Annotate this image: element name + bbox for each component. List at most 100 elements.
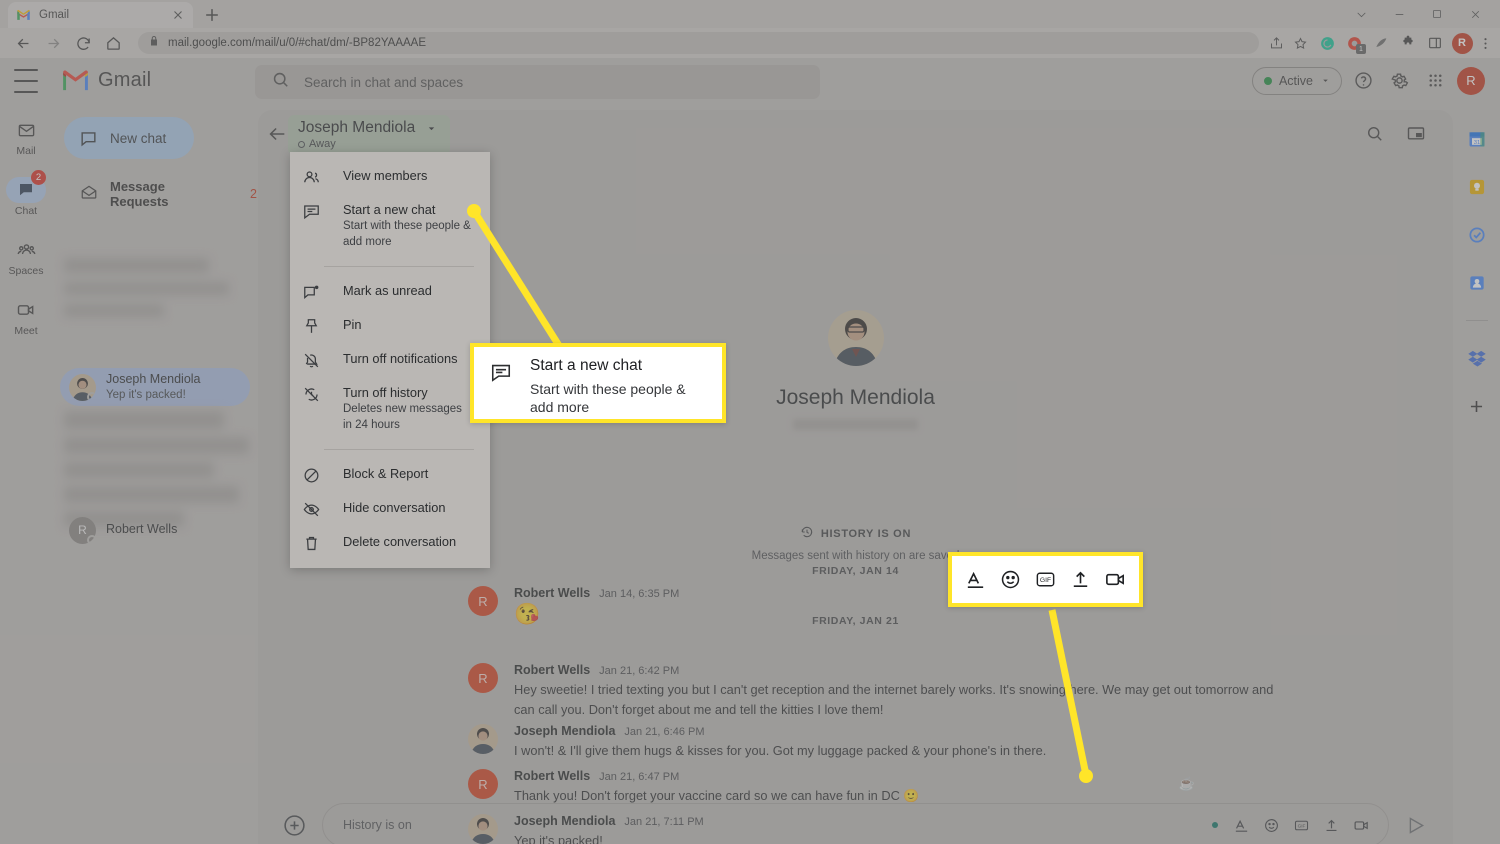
dark-reader-icon[interactable] [1369, 31, 1393, 55]
google-calendar-icon[interactable]: 31 [1466, 128, 1488, 150]
close-window-icon[interactable] [1456, 0, 1494, 28]
emoji-icon [998, 567, 1024, 593]
forward-arrow-icon[interactable] [38, 28, 68, 58]
mail-icon [6, 117, 46, 143]
menu-item-view-members[interactable]: View members [290, 160, 490, 194]
close-icon[interactable] [171, 8, 185, 22]
chevron-down-icon [428, 126, 435, 130]
add-apps-plus-icon[interactable] [1466, 395, 1488, 417]
message-requests-label: Message Requests [110, 179, 169, 209]
chevron-down-icon [1323, 79, 1328, 82]
callout-title: Start a new chat [530, 357, 643, 374]
bell-off-icon [302, 351, 321, 370]
message-author: Robert Wells [514, 586, 591, 600]
google-tasks-icon[interactable] [1466, 224, 1488, 246]
search-input[interactable]: Search in chat and spaces [255, 65, 820, 99]
sidebar-item-chat[interactable]: 2 Chat [0, 170, 52, 223]
list-item[interactable]: R Robert Wells [60, 511, 250, 549]
sidebar-item-meet[interactable]: Meet [0, 291, 52, 343]
video-meeting-icon[interactable] [1348, 812, 1374, 838]
conversation-context-menu: View members Start a new chat Start with… [290, 152, 490, 568]
browser-tab[interactable]: Gmail [8, 2, 193, 28]
status-badge[interactable]: Active [1251, 66, 1342, 95]
message-input[interactable]: History is on GIF [322, 803, 1389, 844]
open-in-new-window-icon[interactable] [1403, 120, 1429, 146]
menu-item-mark-as-unread[interactable]: Mark as unread [290, 275, 490, 309]
reload-icon[interactable] [68, 28, 98, 58]
bookmark-star-icon[interactable] [1289, 32, 1311, 54]
maximize-icon[interactable] [1418, 0, 1456, 28]
puzzle-extensions-icon[interactable] [1396, 31, 1420, 55]
message-item: R Robert Wells Jan 21, 6:42 PM Hey sweet… [468, 663, 1288, 720]
svg-text:GIF: GIF [1297, 823, 1305, 828]
grammarly-icon[interactable] [1315, 31, 1339, 55]
main-menu-icon[interactable] [14, 68, 38, 93]
avatar [69, 373, 96, 401]
menu-item-label: Delete conversation [343, 533, 457, 549]
gmail-wordmark: Gmail [98, 69, 152, 91]
back-arrow-icon[interactable] [8, 28, 38, 58]
menu-item-hide-conversation[interactable]: Hide conversation [290, 492, 490, 526]
menu-item-sublabel: Deletes new messages in 24 hours [343, 403, 462, 432]
search-icon[interactable] [1361, 120, 1387, 146]
upload-file-icon[interactable] [1318, 812, 1344, 838]
gif-icon: GIF [1033, 567, 1059, 593]
google-apps-grid-icon[interactable] [1420, 66, 1450, 96]
message-requests-row[interactable]: Message Requests 2 [80, 179, 257, 209]
gif-icon[interactable]: GIF [1288, 812, 1314, 838]
message-text: I won't! & I'll give them hugs & kisses … [514, 743, 1047, 758]
chat-bubble-icon [302, 202, 321, 221]
conversation-title-menu[interactable]: Joseph Mendiola Away [288, 115, 451, 155]
sidepanel-icon[interactable] [1423, 31, 1447, 55]
history-label: HISTORY IS ON [820, 527, 912, 540]
avatar-initial: R [78, 523, 87, 537]
list-item-snippet: Yep it's packed! [106, 388, 186, 401]
share-icon[interactable] [1265, 32, 1287, 54]
menu-item-turn-off-history[interactable]: Turn off history Deletes new messages in… [290, 377, 490, 441]
message-requests-count: 2 [250, 187, 257, 201]
message-time: Jan 21, 6:42 PM [599, 665, 680, 677]
menu-item-block-and-report[interactable]: Block & Report [290, 458, 490, 492]
plus-circle-icon[interactable] [280, 811, 308, 839]
settings-gear-icon[interactable] [1384, 66, 1414, 96]
adblock-icon[interactable]: 1 [1342, 31, 1366, 55]
history-on-dot [1212, 822, 1218, 828]
svg-text:GIF: GIF [1040, 577, 1051, 584]
list-item[interactable]: Joseph Mendiola Yep it's packed! [60, 368, 250, 406]
google-keep-icon[interactable] [1466, 176, 1488, 198]
minimize-icon[interactable] [1380, 0, 1418, 28]
help-icon[interactable] [1348, 66, 1378, 96]
menu-item-turn-off-notifications[interactable]: Turn off notifications [290, 343, 490, 377]
message-time: Jan 14, 6:35 PM [599, 588, 680, 600]
emoji-icon[interactable] [1258, 812, 1284, 838]
app-rail: Mail 2 Chat Spaces Meet [0, 103, 52, 844]
menu-item-start-a-new-chat[interactable]: Start a new chat Start with these people… [290, 194, 490, 258]
status-dot [1263, 76, 1272, 85]
format-text-icon[interactable] [1228, 812, 1254, 838]
back-arrow-icon[interactable] [266, 123, 290, 147]
message-composer: History is on GIF [258, 802, 1453, 844]
callout-subtitle: Start with these people & add more [530, 380, 686, 416]
new-chat-button[interactable]: New chat [64, 117, 194, 159]
avatar[interactable]: R [1456, 66, 1486, 96]
home-icon[interactable] [98, 28, 128, 58]
avatar[interactable]: R [1450, 31, 1474, 55]
send-icon[interactable] [1401, 810, 1431, 840]
message-input-placeholder: History is on [343, 818, 412, 832]
menu-item-label: View members [343, 168, 428, 183]
kebab-menu-icon[interactable] [1474, 31, 1496, 55]
blurred-row [64, 258, 229, 317]
new-tab-button[interactable] [202, 5, 222, 25]
menu-item-pin[interactable]: Pin [290, 309, 490, 343]
callout-anchor-dot [1079, 769, 1093, 783]
address-bar[interactable]: mail.google.com/mail/u/0/#chat/dm/-BP82Y… [138, 32, 1259, 54]
avatar [468, 724, 498, 754]
sidebar-item-mail[interactable]: Mail [0, 111, 52, 163]
menu-item-delete-conversation[interactable]: Delete conversation [290, 526, 490, 560]
google-contacts-icon[interactable] [1466, 272, 1488, 294]
account-initial: R [1457, 66, 1485, 95]
dropbox-icon[interactable] [1466, 347, 1488, 369]
sidebar-item-spaces[interactable]: Spaces [0, 231, 52, 283]
chevron-down-icon[interactable] [1342, 0, 1380, 28]
avatar: R [468, 663, 498, 693]
